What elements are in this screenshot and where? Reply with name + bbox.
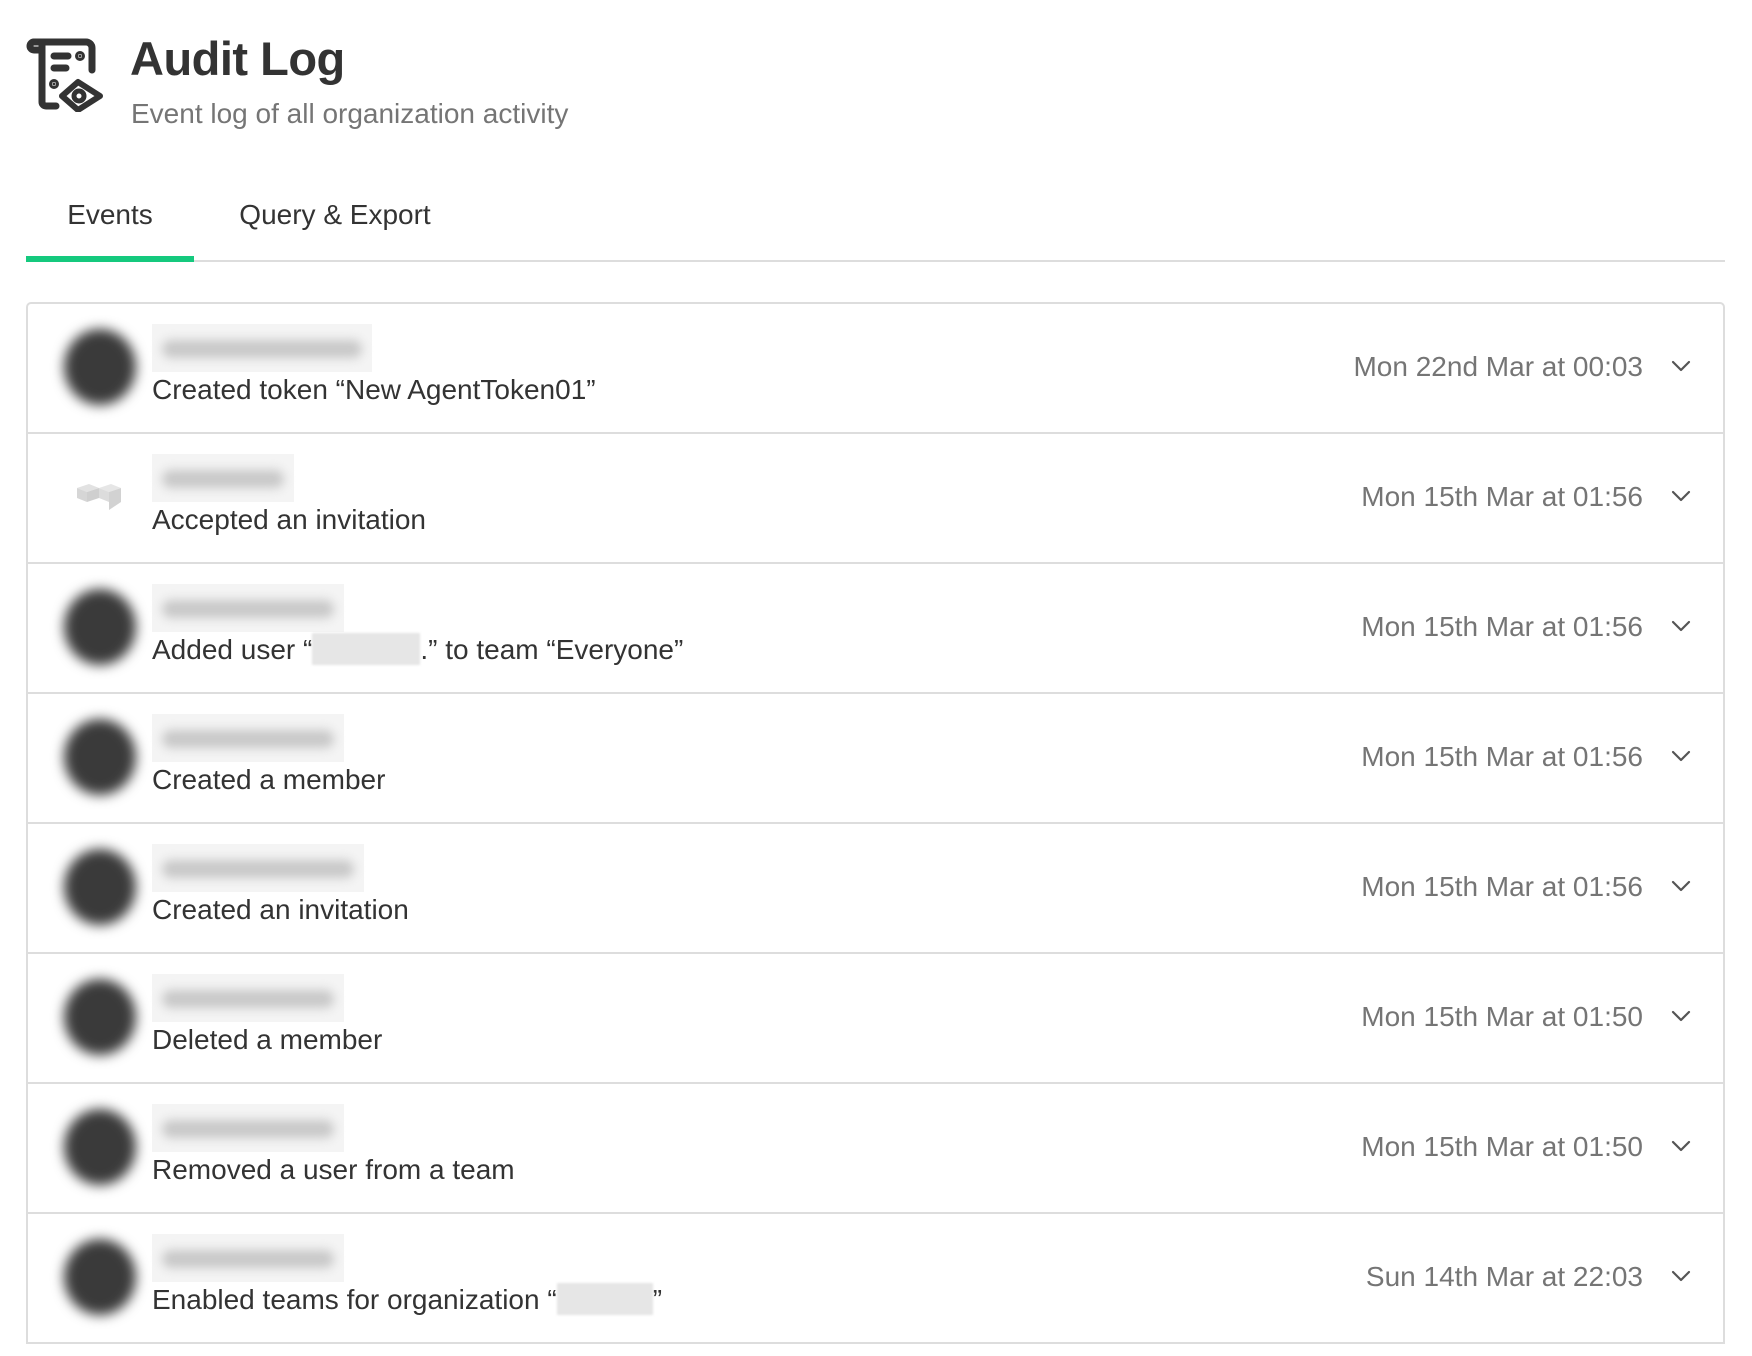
redacted-value (556, 1283, 653, 1315)
user-avatar-image (64, 979, 136, 1055)
user-avatar-image (64, 589, 136, 665)
actor-name-redacted (152, 974, 344, 1024)
events-list: Created token “New AgentToken01” Mon 22n… (26, 302, 1725, 1344)
event-timestamp: Mon 15th Mar at 01:56 (1361, 741, 1643, 772)
event-row-4[interactable]: Created a member Mon 15th Mar at 01:56 (28, 694, 1723, 824)
page-title: Audit Log (130, 32, 345, 85)
actor-name-redacted (152, 454, 294, 504)
event-text-before: Created token “New AgentToken01” (152, 374, 596, 405)
event-row-5[interactable]: Created an invitation Mon 15th Mar at 01… (28, 824, 1723, 954)
org-logo-avatar (50, 444, 150, 550)
actor-name-redacted (152, 844, 364, 894)
avatar (50, 964, 150, 1070)
actor-name-redacted (152, 714, 344, 764)
avatar (50, 834, 150, 940)
event-row-7[interactable]: Removed a user from a team Mon 15th Mar … (28, 1084, 1723, 1214)
event-timestamp: Mon 15th Mar at 01:56 (1361, 871, 1643, 902)
chevron-down-icon[interactable] (1669, 1004, 1693, 1028)
event-text-after: .” to team “Everyone” (420, 634, 684, 665)
tab-events[interactable]: Events (26, 190, 194, 262)
event-text-before: Enabled teams for organization “ (152, 1284, 557, 1315)
event-row-2[interactable]: Accepted an invitation Mon 15th Mar at 0… (28, 434, 1723, 564)
actor-name-redacted (152, 584, 344, 634)
event-timestamp: Mon 15th Mar at 01:56 (1361, 611, 1643, 642)
avatar (50, 574, 150, 680)
user-avatar-image (64, 849, 136, 925)
event-text-before: Deleted a member (152, 1024, 383, 1055)
avatar (50, 1094, 150, 1200)
event-text-before: Created an invitation (152, 894, 409, 925)
chevron-down-icon[interactable] (1669, 484, 1693, 508)
event-text-before: Created a member (152, 764, 386, 795)
tab-query-export[interactable]: Query & Export (234, 190, 436, 262)
event-text-before: Added user “ (152, 634, 313, 665)
event-description: Deleted a member (152, 1022, 383, 1058)
actor-name-redacted (152, 1234, 344, 1284)
event-row-3[interactable]: Added user “ .” to team “Everyone” Mon 15… (28, 564, 1723, 694)
event-description: Created token “New AgentToken01” (152, 372, 596, 408)
user-avatar-image (64, 719, 136, 795)
audit-log-icon (26, 38, 103, 112)
event-timestamp: Mon 15th Mar at 01:56 (1361, 481, 1643, 512)
chevron-down-icon[interactable] (1669, 874, 1693, 898)
event-timestamp: Mon 15th Mar at 01:50 (1361, 1131, 1643, 1162)
redacted-value (312, 633, 421, 665)
actor-name-redacted (152, 1104, 344, 1154)
avatar (50, 704, 150, 810)
event-timestamp: Mon 22nd Mar at 00:03 (1353, 351, 1643, 382)
event-row-1[interactable]: Created token “New AgentToken01” Mon 22n… (28, 304, 1723, 434)
event-description: Created a member (152, 762, 386, 798)
user-avatar-image (64, 1239, 136, 1315)
event-row-6[interactable]: Deleted a member Mon 15th Mar at 01:50 (28, 954, 1723, 1084)
blocks-logo-icon (77, 484, 121, 510)
event-timestamp: Mon 15th Mar at 01:50 (1361, 1001, 1643, 1032)
chevron-down-icon[interactable] (1669, 354, 1693, 378)
avatar (50, 1224, 150, 1330)
page-subtitle: Event log of all organization activity (131, 98, 569, 129)
event-description: Enabled teams for organization “ ” (152, 1282, 663, 1318)
tab-bar: Events Query & Export (26, 190, 1725, 262)
actor-name-redacted (152, 324, 372, 374)
chevron-down-icon[interactable] (1669, 1264, 1693, 1288)
chevron-down-icon[interactable] (1669, 1134, 1693, 1158)
event-text-after: ” (652, 1284, 663, 1315)
event-timestamp: Sun 14th Mar at 22:03 (1365, 1261, 1643, 1292)
avatar (50, 314, 150, 420)
chevron-down-icon[interactable] (1669, 744, 1693, 768)
event-description: Accepted an invitation (152, 502, 426, 538)
event-description: Created an invitation (152, 892, 409, 928)
event-description: Removed a user from a team (152, 1152, 515, 1188)
event-description: Added user “ .” to team “Everyone” (152, 632, 684, 668)
chevron-down-icon[interactable] (1669, 614, 1693, 638)
user-avatar-image (64, 329, 136, 405)
event-text-before: Accepted an invitation (152, 504, 426, 535)
event-text-before: Removed a user from a team (152, 1154, 515, 1185)
user-avatar-image (64, 1109, 136, 1185)
event-row-8[interactable]: Enabled teams for organization “ ” Sun 14… (28, 1214, 1723, 1344)
